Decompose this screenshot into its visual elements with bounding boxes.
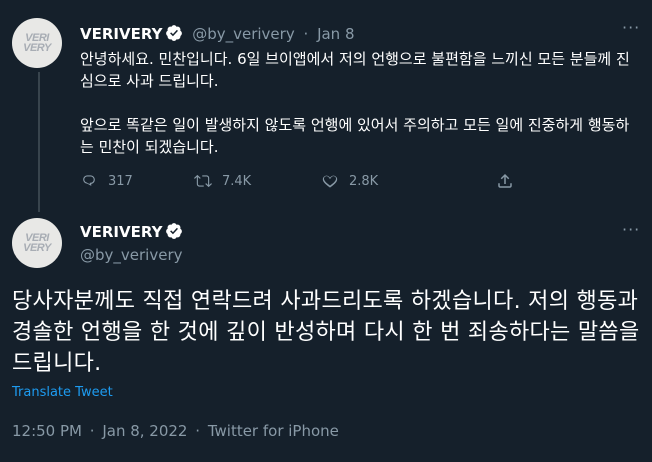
tweet-header: VERIVERY @by_verivery · Jan 8 (80, 24, 355, 43)
more-icon[interactable]: ··· (622, 220, 640, 239)
display-name[interactable]: VERIVERY (80, 25, 162, 43)
tweet-source[interactable]: Twitter for iPhone (208, 422, 339, 440)
tweet-paragraph: 안녕하세요. 민찬입니다. 6일 브이앱에서 저의 언행으로 불편함을 느끼신 … (80, 50, 630, 90)
share-icon (498, 173, 512, 188)
avatar[interactable]: VERI VERY (12, 18, 62, 68)
tweet-date[interactable]: Jan 8, 2022 (102, 422, 187, 440)
reply-button[interactable]: 317 (80, 172, 133, 190)
handle[interactable]: @by_verivery (80, 246, 183, 264)
retweet-button[interactable]: 7.4K (194, 172, 251, 190)
handle[interactable]: @by_verivery (192, 25, 295, 43)
like-count: 2.8K (349, 173, 379, 189)
retweet-count: 7.4K (222, 173, 252, 189)
verified-badge-icon (166, 223, 183, 239)
reply-count: 317 (108, 173, 133, 189)
tweet-date[interactable]: Jan 8 (317, 25, 354, 43)
tweet-time[interactable]: 12:50 PM (12, 422, 82, 440)
tweet-text: 안녕하세요. 민찬입니다. 6일 브이앱에서 저의 언행으로 불편함을 느끼신 … (80, 48, 630, 180)
reply-icon (83, 175, 95, 186)
display-name[interactable]: VERIVERY (80, 223, 162, 241)
avatar[interactable]: VERI VERY (12, 218, 62, 268)
separator: · (195, 422, 201, 440)
tweet-actions: 317 7.4K 2.8K (80, 172, 600, 194)
verivery-logo: VERI VERY (23, 232, 51, 254)
separator: · (303, 25, 309, 43)
more-icon[interactable]: ··· (622, 18, 640, 37)
verified-badge-icon (166, 25, 183, 41)
share-button[interactable] (496, 172, 514, 190)
like-button[interactable]: 2.8K (321, 172, 378, 190)
translate-tweet-link[interactable]: Translate Tweet (12, 385, 113, 400)
retweet-icon (194, 174, 212, 188)
verivery-logo: VERI VERY (23, 32, 51, 54)
thread-connector-line (38, 72, 40, 212)
display-name-row: VERIVERY (80, 222, 183, 241)
like-icon (322, 175, 338, 188)
tweet-meta: 12:50 PM · Jan 8, 2022 · Twitter for iPh… (12, 422, 339, 440)
tweet-paragraph: 앞으로 똑같은 일이 발생하지 않도록 언행에 있어서 주의하고 모든 일에 진… (80, 116, 630, 156)
tweet-text: 당사자분께도 직접 연락드려 사과드리도록 하겠습니다. 저의 행동과 경솔한 … (12, 289, 640, 376)
separator: · (89, 422, 95, 440)
